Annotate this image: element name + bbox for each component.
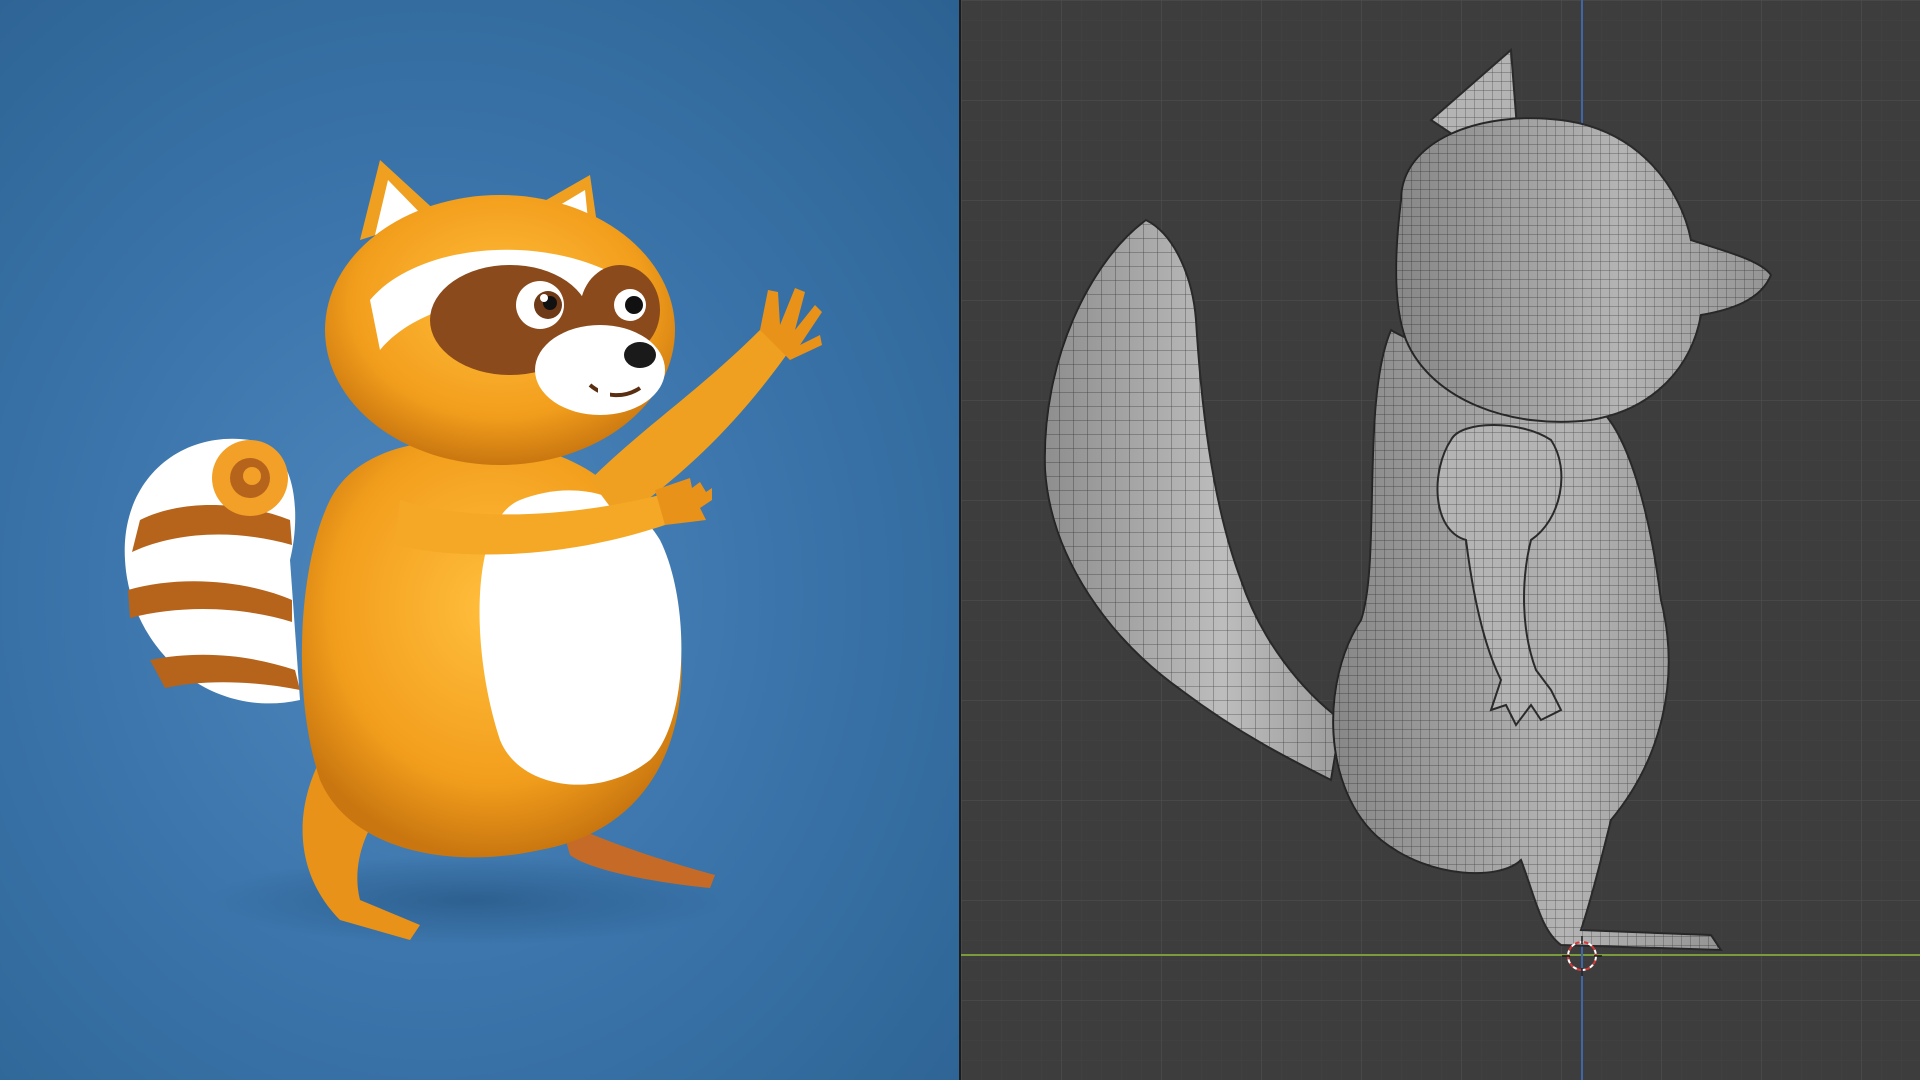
raccoon-head (325, 160, 675, 465)
raccoon-render (124, 160, 822, 945)
split-screen (0, 0, 1920, 1080)
render-view (0, 0, 959, 1080)
raccoon-tail (124, 438, 300, 704)
3d-viewport[interactable] (961, 0, 1920, 1080)
viewport-canvas[interactable] (961, 0, 1920, 1080)
